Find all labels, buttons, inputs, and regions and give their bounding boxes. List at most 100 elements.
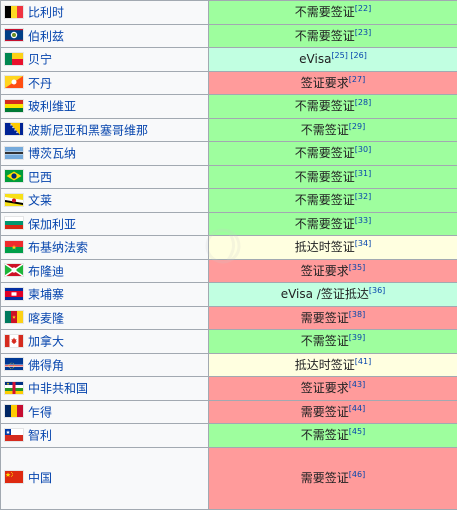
visa-status-text: 不需要签证	[295, 29, 355, 43]
reference-link[interactable]: [23]	[355, 28, 371, 37]
reference-link[interactable]: [28]	[355, 98, 371, 107]
country-link[interactable]: 保加利亚	[28, 217, 76, 231]
reference-link[interactable]: [30]	[355, 145, 371, 154]
reference-link[interactable]: [33]	[355, 216, 371, 225]
country-link[interactable]: 中非共和国	[28, 382, 88, 396]
visa-status-cell: 需要签证[38]	[209, 306, 457, 330]
flag-chile-icon	[5, 429, 23, 441]
country-link[interactable]: 不丹	[28, 76, 52, 90]
country-link[interactable]: 布基纳法索	[28, 241, 88, 255]
visa-status-text: 不需签证	[301, 123, 349, 137]
reference-link[interactable]: [43]	[349, 380, 365, 389]
visa-status-cell: 不需要签证[33]	[209, 212, 457, 236]
reference-link[interactable]: [31]	[355, 169, 371, 178]
country-cell: 布基纳法索	[1, 236, 209, 260]
country-cell: 喀麦隆	[1, 306, 209, 330]
country-link[interactable]: 乍得	[28, 405, 52, 419]
visa-status-text: 不需要签证	[295, 217, 355, 231]
visa-status-text: 签证要求	[301, 381, 349, 395]
country-link[interactable]: 博茨瓦纳	[28, 147, 76, 161]
table-row: 玻利维亚 不需要签证[28]	[1, 95, 457, 119]
visa-status-text: 抵达时签证	[295, 240, 355, 254]
flag-belgium-icon	[5, 6, 23, 18]
country-link[interactable]: 中国	[28, 471, 52, 485]
visa-status-text: 签证要求	[301, 264, 349, 278]
flag-belize-icon	[5, 29, 23, 41]
country-cell: 布隆迪	[1, 259, 209, 283]
table-row: 比利时不需要签证[22]	[1, 1, 457, 25]
visa-status-cell: 签证要求[43]	[209, 377, 457, 401]
table-row: 不丹签证要求[27]	[1, 71, 457, 95]
table-row: 布基纳法索 抵达时签证[34]	[1, 236, 457, 260]
reference-link[interactable]: [34]	[355, 239, 371, 248]
reference-link[interactable]: [35]	[349, 263, 365, 272]
country-link[interactable]: 布隆迪	[28, 264, 64, 278]
visa-status-text: 不需要签证	[295, 99, 355, 113]
visa-status-text: 不需签证	[301, 334, 349, 348]
flag-bulgaria-icon	[5, 217, 23, 229]
reference-link[interactable]: [41]	[355, 357, 371, 366]
table-row: 保加利亚 不需要签证[33]	[1, 212, 457, 236]
country-link[interactable]: 巴西	[28, 170, 52, 184]
table-row: 布隆迪 签证要求[35]	[1, 259, 457, 283]
country-cell: 比利时	[1, 1, 209, 25]
table-row: 波斯尼亚和黑塞哥维那 不需签证[29]	[1, 118, 457, 142]
reference-link[interactable]: [36]	[369, 286, 385, 295]
visa-status-cell: 不需要签证[23]	[209, 24, 457, 48]
table-row: 佛得角 抵达时签证[41]	[1, 353, 457, 377]
visa-status-text: 不需签证	[301, 428, 349, 442]
reference-link[interactable]: [27]	[349, 75, 365, 84]
country-link[interactable]: 文莱	[28, 194, 52, 208]
visa-status-cell: 不需要签证[30]	[209, 142, 457, 166]
reference-link[interactable]: [22]	[355, 4, 371, 13]
visa-status-cell: 不需要签证[32]	[209, 189, 457, 213]
visa-status-text: 需要签证	[301, 405, 349, 419]
visa-status-cell: 不需要签证[28]	[209, 95, 457, 119]
table-row: 巴西不需要签证[31]	[1, 165, 457, 189]
country-cell: 巴西	[1, 165, 209, 189]
flag-chad-icon	[5, 405, 23, 417]
visa-status-cell: 不需签证[45]	[209, 424, 457, 448]
reference-link[interactable]: [44]	[349, 404, 365, 413]
flag-bosnia-herzegovina-icon	[5, 123, 23, 135]
table-row: 中非共和国 签证要求[43]	[1, 377, 457, 401]
flag-brazil-icon	[5, 170, 23, 182]
reference-link[interactable]: [38]	[349, 310, 365, 319]
table-row: 贝宁 eVisa[25] [26]	[1, 48, 457, 72]
visa-status-cell: 需要签证[44]	[209, 400, 457, 424]
reference-link[interactable]: [46]	[349, 470, 365, 479]
reference-link[interactable]: [25] [26]	[331, 51, 366, 60]
country-cell: 贝宁	[1, 48, 209, 72]
flag-benin-icon	[5, 53, 23, 65]
visa-status-cell: 抵达时签证[34]	[209, 236, 457, 260]
country-link[interactable]: 比利时	[28, 6, 64, 20]
reference-link[interactable]: [39]	[349, 333, 365, 342]
country-cell: 玻利维亚	[1, 95, 209, 119]
table-row: 文莱 不需要签证[32]	[1, 189, 457, 213]
country-link[interactable]: 玻利维亚	[28, 100, 76, 114]
flag-central-african-republic-icon	[5, 382, 23, 394]
country-link[interactable]: 喀麦隆	[28, 311, 64, 325]
visa-status-cell: 抵达时签证[41]	[209, 353, 457, 377]
flag-bhutan-icon	[5, 76, 23, 88]
visa-status-cell: 不需签证[29]	[209, 118, 457, 142]
visa-status-cell: 不需签证[39]	[209, 330, 457, 354]
reference-link[interactable]: [32]	[355, 192, 371, 201]
country-cell: 乍得	[1, 400, 209, 424]
country-link[interactable]: 伯利兹	[28, 29, 64, 43]
visa-requirements-table: 比利时不需要签证[22]伯利兹不需要签证[23]贝宁eVisa[25] [26]…	[0, 0, 457, 510]
reference-link[interactable]: [29]	[349, 122, 365, 131]
visa-status-cell: eVisa[25] [26]	[209, 48, 457, 72]
country-link[interactable]: 波斯尼亚和黑塞哥维那	[28, 123, 148, 137]
country-link[interactable]: 贝宁	[28, 53, 52, 67]
country-link[interactable]: 柬埔寨	[28, 288, 64, 302]
table-row: 加拿大 不需签证[39]	[1, 330, 457, 354]
reference-link[interactable]: [45]	[349, 427, 365, 436]
country-link[interactable]: 佛得角	[28, 358, 64, 372]
country-link[interactable]: 加拿大	[28, 335, 64, 349]
country-cell: 博茨瓦纳	[1, 142, 209, 166]
country-cell: 不丹	[1, 71, 209, 95]
country-link[interactable]: 智利	[28, 429, 52, 443]
visa-status-text: 不需要签证	[295, 146, 355, 160]
country-cell: 智利	[1, 424, 209, 448]
